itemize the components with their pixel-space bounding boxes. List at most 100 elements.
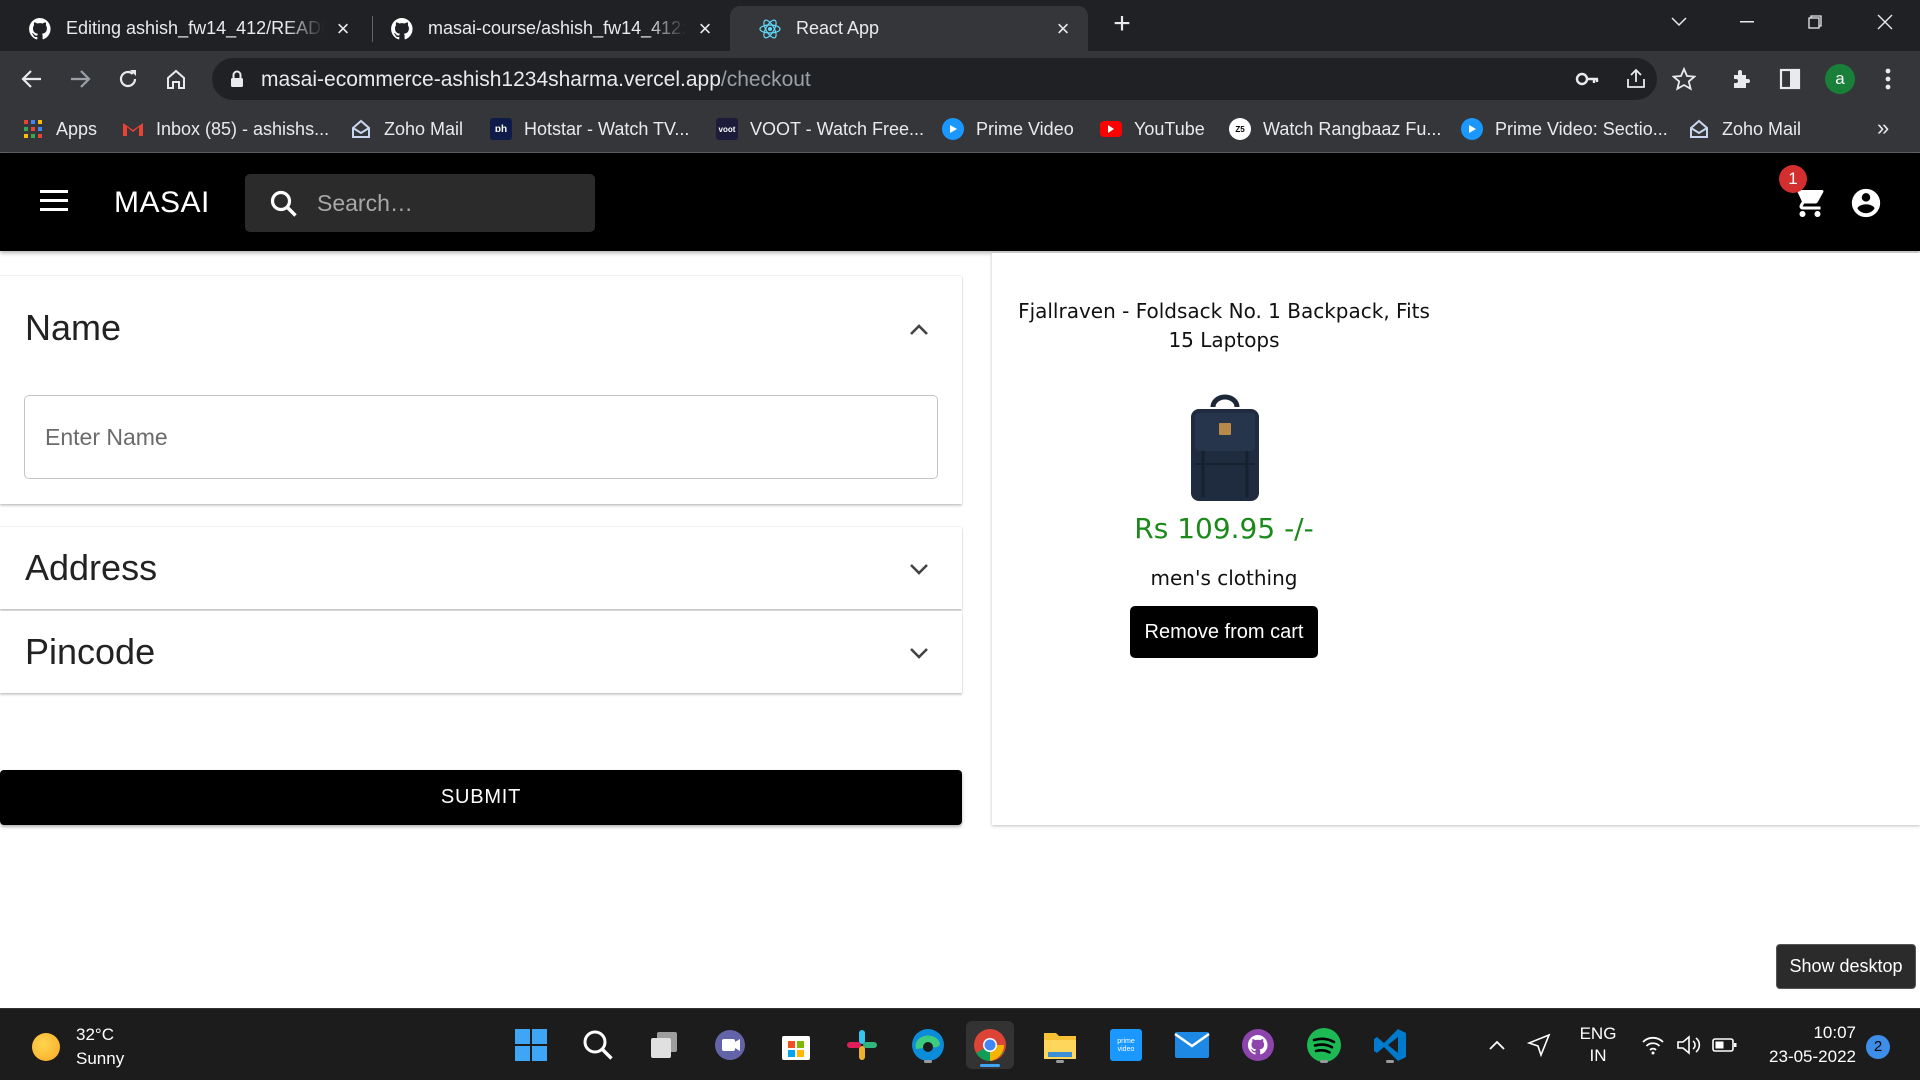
chevron-up-icon[interactable] bbox=[905, 316, 933, 344]
remove-from-cart-button[interactable]: Remove from cart bbox=[1130, 606, 1318, 658]
system-clock[interactable]: 10:07 23-05-2022 bbox=[1760, 1021, 1856, 1069]
windows-start-icon[interactable] bbox=[511, 1025, 551, 1065]
mail-icon[interactable] bbox=[1172, 1025, 1212, 1065]
microsoft-store-icon[interactable] bbox=[776, 1025, 816, 1065]
accordion-pincode[interactable]: Pincode bbox=[0, 611, 962, 693]
gmail-icon bbox=[122, 118, 144, 140]
search-input[interactable] bbox=[317, 186, 577, 220]
bookmark-rangbaaz[interactable]: Z5 Watch Rangbaaz Fu... bbox=[1229, 107, 1441, 151]
accordion-pincode-title[interactable]: Pincode bbox=[25, 631, 155, 673]
location-arrow-icon[interactable] bbox=[1524, 1009, 1554, 1081]
name-input[interactable] bbox=[45, 420, 905, 454]
chevron-up-icon[interactable] bbox=[1482, 1009, 1512, 1081]
submit-button[interactable]: SUBMIT bbox=[0, 770, 962, 825]
browser-toolbar: masai-ecommerce-ashish1234sharma.vercel.… bbox=[0, 51, 1920, 107]
kebab-menu-icon[interactable] bbox=[1872, 63, 1904, 95]
hamburger-menu-icon[interactable] bbox=[40, 190, 68, 214]
vscode-icon[interactable] bbox=[1370, 1025, 1410, 1065]
browser-tab-strip: Editing ashish_fw14_412/README.md × masa… bbox=[0, 0, 1920, 51]
battery-icon[interactable] bbox=[1710, 1009, 1740, 1081]
search-box[interactable] bbox=[245, 174, 595, 232]
bookmark-label: VOOT - Watch Free... bbox=[750, 118, 925, 139]
language-code: ENG bbox=[1579, 1024, 1617, 1043]
github-desktop-icon[interactable] bbox=[1238, 1025, 1278, 1065]
chevron-down-icon[interactable] bbox=[905, 555, 933, 583]
tab-title: masai-course/ashish_fw14_412: i bbox=[428, 18, 686, 38]
zee5-icon: Z5 bbox=[1229, 118, 1251, 140]
teams-chat-icon[interactable] bbox=[710, 1025, 750, 1065]
task-view-icon[interactable] bbox=[644, 1025, 684, 1065]
home-button[interactable] bbox=[160, 63, 192, 95]
weather-widget[interactable]: 32°C Sunny bbox=[32, 1023, 124, 1071]
reload-button[interactable] bbox=[112, 63, 144, 95]
bookmark-gmail[interactable]: Inbox (85) - ashishs... bbox=[122, 107, 329, 151]
bookmarks-bar: Apps Inbox (85) - ashishs... Zoho Mail ɒ… bbox=[0, 107, 1920, 153]
weather-temperature: 32°C bbox=[76, 1025, 114, 1044]
tab-search-chevron-icon[interactable] bbox=[1652, 0, 1706, 44]
running-indicator bbox=[1386, 1060, 1394, 1063]
url-host: masai-ecommerce-ashish1234sharma.vercel.… bbox=[261, 68, 721, 91]
prime-video-icon bbox=[1461, 118, 1483, 140]
chevron-down-icon[interactable] bbox=[905, 639, 933, 667]
tab-github-repo[interactable]: masai-course/ashish_fw14_412: i × bbox=[362, 6, 730, 51]
bookmark-label: Zoho Mail bbox=[1722, 118, 1802, 139]
file-explorer-icon[interactable] bbox=[1040, 1025, 1080, 1065]
bookmark-prime-video-section[interactable]: Prime Video: Sectio... bbox=[1461, 107, 1668, 151]
running-indicator bbox=[924, 1060, 932, 1063]
github-icon bbox=[28, 17, 52, 41]
restore-button[interactable] bbox=[1788, 0, 1842, 44]
notification-count-badge[interactable]: 2 bbox=[1866, 1035, 1890, 1059]
minimize-button[interactable] bbox=[1720, 0, 1774, 44]
tab-react-app[interactable]: React App × bbox=[730, 6, 1088, 51]
close-icon[interactable]: × bbox=[694, 16, 716, 41]
side-panel-icon[interactable] bbox=[1774, 63, 1806, 95]
slack-icon[interactable] bbox=[842, 1025, 882, 1065]
running-indicator bbox=[1320, 1060, 1328, 1063]
search-icon bbox=[269, 189, 299, 224]
share-icon[interactable] bbox=[1624, 67, 1648, 96]
prime-video-app-icon[interactable]: prime video bbox=[1106, 1025, 1146, 1065]
name-field[interactable] bbox=[24, 395, 938, 479]
profile-avatar[interactable]: a bbox=[1825, 64, 1855, 94]
chrome-browser-icon[interactable] bbox=[966, 1021, 1014, 1069]
bookmark-zoho-mail[interactable]: Zoho Mail bbox=[350, 107, 463, 151]
edge-browser-icon[interactable] bbox=[908, 1025, 948, 1065]
zoho-mail-icon bbox=[350, 118, 372, 140]
bookmark-zoho-mail-2[interactable]: Zoho Mail bbox=[1688, 107, 1801, 151]
input-language-indicator[interactable]: ENG IN bbox=[1570, 1009, 1626, 1081]
bookmark-youtube[interactable]: YouTube bbox=[1100, 107, 1205, 151]
window-close-button[interactable] bbox=[1858, 0, 1912, 44]
accordion-address-title[interactable]: Address bbox=[25, 547, 157, 589]
forward-button[interactable] bbox=[64, 63, 96, 95]
address-bar[interactable]: masai-ecommerce-ashish1234sharma.vercel.… bbox=[212, 58, 1697, 100]
star-icon[interactable] bbox=[1671, 66, 1697, 96]
tab-title: React App bbox=[796, 18, 880, 38]
search-icon[interactable] bbox=[578, 1025, 618, 1065]
bookmark-prime-video[interactable]: Prime Video bbox=[942, 107, 1074, 151]
account-circle-icon[interactable] bbox=[1849, 186, 1883, 220]
lock-icon[interactable] bbox=[230, 70, 244, 93]
bookmark-label: YouTube bbox=[1134, 118, 1205, 139]
volume-icon[interactable] bbox=[1674, 1009, 1704, 1081]
tab-github-readme[interactable]: Editing ashish_fw14_412/README.md × bbox=[0, 6, 368, 51]
bookmarks-overflow-button[interactable]: » bbox=[1877, 115, 1889, 141]
bookmark-hotstar[interactable]: ɒh Hotstar - Watch TV... bbox=[490, 107, 689, 151]
new-tab-button[interactable]: + bbox=[1108, 9, 1136, 39]
bookmark-apps[interactable]: Apps bbox=[22, 107, 97, 151]
back-button[interactable] bbox=[16, 63, 48, 95]
extensions-icon[interactable] bbox=[1726, 63, 1758, 95]
accordion-address[interactable]: Address bbox=[0, 527, 962, 609]
product-price: Rs 109.95 -/- bbox=[1134, 512, 1314, 545]
wifi-icon[interactable] bbox=[1638, 1009, 1668, 1081]
spotify-icon[interactable] bbox=[1304, 1025, 1344, 1065]
close-icon[interactable]: × bbox=[332, 16, 354, 41]
accordion-name: Name bbox=[0, 276, 962, 504]
accordion-name-title[interactable]: Name bbox=[25, 307, 121, 349]
sun-icon bbox=[32, 1033, 60, 1061]
brand-logo[interactable]: MASAI bbox=[114, 186, 210, 220]
hotstar-icon: ɒh bbox=[490, 118, 512, 140]
close-icon[interactable]: × bbox=[1052, 16, 1074, 41]
windows-taskbar: 32°C Sunny prime video ENG IN 10:07 23-0… bbox=[0, 1008, 1920, 1080]
bookmark-voot[interactable]: voot VOOT - Watch Free... bbox=[716, 107, 924, 151]
key-icon[interactable] bbox=[1575, 68, 1599, 95]
